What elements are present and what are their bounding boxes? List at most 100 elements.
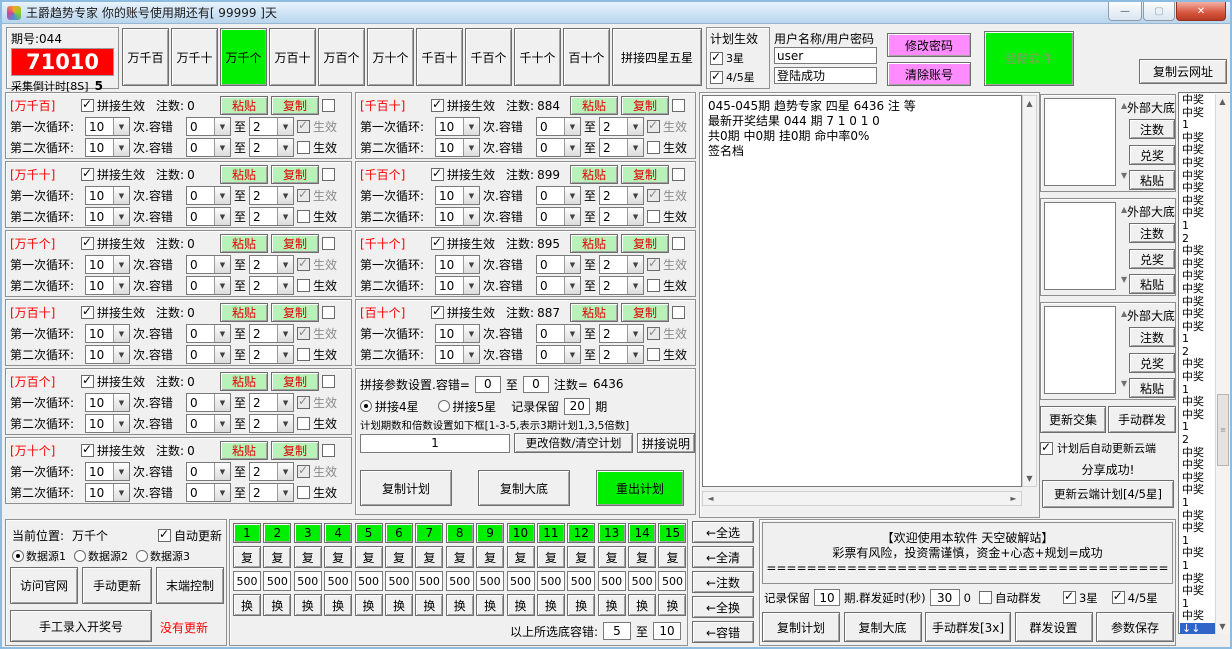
win-list-item[interactable]: 2: [1180, 434, 1218, 447]
err-from-select[interactable]: 0▼: [536, 207, 581, 226]
save-params-button[interactable]: 参数保存: [1096, 612, 1174, 642]
effective-checkbox[interactable]: [297, 396, 310, 409]
splice-effective-checkbox[interactable]: [431, 237, 444, 250]
err-to-select[interactable]: 2▼: [249, 324, 294, 343]
select-checkbox[interactable]: [672, 99, 685, 112]
paste-button[interactable]: 粘贴: [220, 441, 268, 460]
select-checkbox[interactable]: [322, 237, 335, 250]
splice-effective-checkbox[interactable]: [81, 168, 94, 181]
column-copy-button[interactable]: 复: [446, 546, 474, 568]
swap-all-button[interactable]: ←全换: [692, 596, 754, 618]
update-clear-plan-button[interactable]: 更改倍数/清空计划: [514, 433, 633, 453]
login-status-input[interactable]: [774, 67, 877, 84]
column-value-input[interactable]: 500: [567, 571, 595, 591]
err-from-select[interactable]: 0▼: [186, 414, 231, 433]
number-button[interactable]: 13: [598, 523, 626, 543]
splice-effective-checkbox[interactable]: [81, 306, 94, 319]
column-copy-button[interactable]: 复: [567, 546, 595, 568]
extern-paste-button[interactable]: 粘贴: [1129, 378, 1175, 398]
record-keep-input[interactable]: [564, 398, 590, 415]
win-list-item[interactable]: 1: [1180, 119, 1218, 132]
loop2-count-select[interactable]: 10▼: [85, 207, 130, 226]
err-to-select[interactable]: 2▼: [249, 117, 294, 136]
copy-button[interactable]: 复制: [271, 96, 319, 115]
splice-effective-checkbox[interactable]: [81, 237, 94, 250]
err-to-select[interactable]: 2▼: [599, 324, 644, 343]
err-from-select[interactable]: 0▼: [536, 345, 581, 364]
effective-checkbox[interactable]: [647, 327, 660, 340]
number-button[interactable]: 5: [355, 523, 383, 543]
loop1-count-select[interactable]: 10▼: [435, 117, 480, 136]
tab-10[interactable]: 百十个: [563, 28, 610, 86]
send-45star-checkbox[interactable]: 4/5星: [1112, 590, 1158, 606]
err-to-select[interactable]: 2▼: [599, 117, 644, 136]
err-from-select[interactable]: 0▼: [536, 255, 581, 274]
column-swap-button[interactable]: 换: [476, 594, 504, 616]
effective-checkbox[interactable]: [297, 486, 310, 499]
data-source-radio-3[interactable]: 数据源3: [136, 548, 190, 564]
win-list-item[interactable]: 中奖: [1180, 459, 1218, 472]
tab-9[interactable]: 千十个: [514, 28, 561, 86]
column-copy-button[interactable]: 复: [263, 546, 291, 568]
err-from-select[interactable]: 0▼: [536, 117, 581, 136]
manual-entry-button[interactable]: 手工录入开奖号: [10, 610, 152, 642]
select-checkbox[interactable]: [672, 168, 685, 181]
select-checkbox[interactable]: [672, 306, 685, 319]
column-swap-button[interactable]: 换: [537, 594, 565, 616]
column-copy-button[interactable]: 复: [324, 546, 352, 568]
login-button[interactable]: 登陆软件: [984, 31, 1074, 86]
select-checkbox[interactable]: [322, 444, 335, 457]
column-value-input[interactable]: 500: [628, 571, 656, 591]
err-from-select[interactable]: 0▼: [536, 138, 581, 157]
extern-count-button[interactable]: 注数: [1129, 223, 1175, 243]
paste-button[interactable]: 粘贴: [570, 303, 618, 322]
column-swap-button[interactable]: 换: [446, 594, 474, 616]
send-delay-input[interactable]: [930, 589, 960, 606]
loop2-count-select[interactable]: 10▼: [85, 345, 130, 364]
err-from-select[interactable]: 0▼: [186, 462, 231, 481]
number-button[interactable]: 15: [658, 523, 686, 543]
splice-effective-checkbox[interactable]: [81, 375, 94, 388]
copy-plan-button[interactable]: 复制计划: [360, 470, 452, 506]
err-from-select[interactable]: 0▼: [186, 138, 231, 157]
copy-base-button[interactable]: 复制大底: [844, 612, 922, 642]
effective-checkbox[interactable]: [647, 210, 660, 223]
paste-button[interactable]: 粘贴: [220, 303, 268, 322]
select-checkbox[interactable]: [322, 306, 335, 319]
paste-button[interactable]: 粘贴: [220, 234, 268, 253]
tab-7[interactable]: 千百十: [416, 28, 463, 86]
effective-checkbox[interactable]: [297, 210, 310, 223]
splice-effective-checkbox[interactable]: [81, 444, 94, 457]
select-checkbox[interactable]: [322, 375, 335, 388]
tab-5[interactable]: 万百个: [318, 28, 365, 86]
tab-8[interactable]: 千百个: [465, 28, 512, 86]
number-button[interactable]: 11: [537, 523, 565, 543]
scroll-up-icon[interactable]: ▲: [1023, 97, 1036, 110]
change-password-button[interactable]: 修改密码: [887, 33, 971, 57]
column-copy-button[interactable]: 复: [355, 546, 383, 568]
extern-count-button[interactable]: 注数: [1129, 327, 1175, 347]
number-button[interactable]: 2: [263, 523, 291, 543]
extern-paste-button[interactable]: 粘贴: [1129, 170, 1175, 190]
number-button[interactable]: 9: [476, 523, 504, 543]
auto-cloud-checkbox[interactable]: 计划后自动更新云端: [1040, 440, 1156, 456]
scroll-left-icon[interactable]: ◄: [704, 492, 717, 505]
loop2-count-select[interactable]: 10▼: [85, 483, 130, 502]
effective-checkbox[interactable]: [297, 417, 310, 430]
loop1-count-select[interactable]: 10▼: [435, 186, 480, 205]
err-to-select[interactable]: 2▼: [249, 483, 294, 502]
effective-checkbox[interactable]: [297, 465, 310, 478]
effective-checkbox[interactable]: [297, 279, 310, 292]
loop1-count-select[interactable]: 10▼: [435, 255, 480, 274]
regen-plan-button[interactable]: 重出计划: [596, 470, 684, 506]
err-to-select[interactable]: 2▼: [249, 186, 294, 205]
extern-redeem-button[interactable]: 兑奖: [1129, 145, 1175, 165]
win-list-scrollbar[interactable]: ▲ ≡ ▼: [1215, 94, 1230, 634]
err-from-select[interactable]: 0▼: [186, 345, 231, 364]
column-swap-button[interactable]: 换: [507, 594, 535, 616]
loop2-count-select[interactable]: 10▼: [85, 138, 130, 157]
spin-down-icon[interactable]: ▼: [1121, 379, 1127, 388]
err-from-select[interactable]: 0▼: [536, 186, 581, 205]
extern-redeem-button[interactable]: 兑奖: [1129, 353, 1175, 373]
err-from-select[interactable]: 0▼: [536, 276, 581, 295]
